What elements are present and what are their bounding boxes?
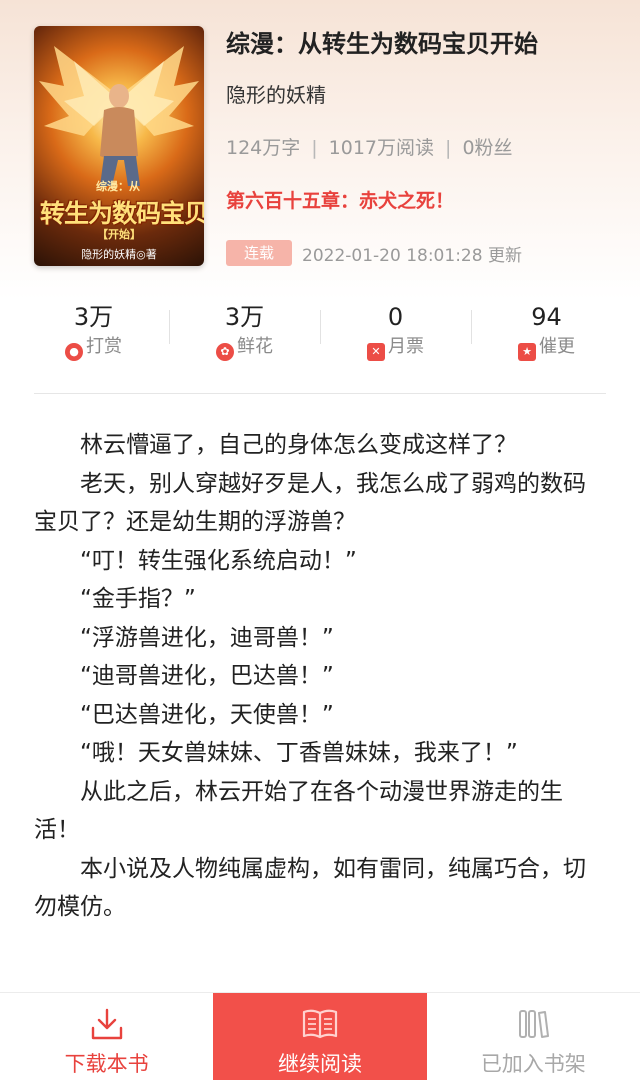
separator: |: [311, 137, 318, 159]
in-shelf-label: 已加入书架: [480, 1052, 586, 1076]
update-time: 2022-01-20 18:01:28 更新: [302, 246, 522, 266]
open-book-icon: [213, 1007, 426, 1041]
book-cover[interactable]: 综漫：从 转生为数码宝贝 【开始】 隐形的妖精◎著: [34, 26, 204, 266]
stat-label: 月票: [388, 336, 424, 357]
synopsis-paragraph: “哦！天女兽妹妹、丁香兽妹妹，我来了！”: [80, 740, 518, 766]
stats-row: 3万 ● 打赏 3万 ✿ 鲜花 0 ✕ 月票 94 ★ 催更: [18, 300, 622, 366]
stat-value: 3万: [73, 303, 114, 331]
download-book-button[interactable]: 下载本书: [0, 993, 213, 1080]
separator: |: [445, 137, 452, 159]
synopsis-paragraph: “浮游兽进化，迪哥兽！”: [80, 624, 334, 651]
stat-label: 鲜花: [237, 336, 273, 357]
stat-label-wrap: ✿ 鲜花: [169, 334, 320, 361]
urge-update-icon: ★: [518, 343, 536, 361]
cover-author-text: 隐形的妖精◎著: [81, 248, 157, 261]
synopsis-paragraph: 本小说及人物纯属虚构，如有雷同，纯属巧合，切勿模仿。: [34, 855, 586, 921]
divider: [34, 393, 606, 394]
stat-label: 打赏: [86, 336, 122, 357]
stat-monthly-ticket[interactable]: 0 ✕ 月票: [320, 300, 471, 366]
stat-flower[interactable]: 3万 ✿ 鲜花: [169, 300, 320, 366]
synopsis-paragraph: “金手指？”: [80, 586, 196, 612]
stat-urge-update[interactable]: 94 ★ 催更: [471, 300, 622, 366]
bottom-action-bar: 下载本书 继续阅读 已加入书架: [0, 992, 640, 1080]
book-author-link[interactable]: 隐形的妖精: [226, 79, 326, 108]
synopsis: 林云懵逼了，自己的身体怎么变成这样了？ 老天，别人穿越好歹是人，我怎么成了弱鸡的…: [34, 426, 608, 927]
ticket-icon: ✕: [367, 343, 385, 361]
book-title: 综漫：从转生为数码宝贝开始: [226, 30, 538, 58]
flower-icon: ✿: [216, 343, 234, 361]
cover-subtitle-text: 【开始】: [97, 228, 141, 241]
synopsis-paragraph: “叮！转生强化系统启动！”: [80, 547, 357, 574]
continue-reading-label: 继续阅读: [277, 1052, 362, 1076]
stat-value: 94: [531, 303, 562, 331]
bookshelf-icon: [427, 1007, 640, 1041]
download-icon: [0, 1007, 213, 1041]
book-stats: 124万字 | 1017万阅读 | 0粉丝: [226, 133, 513, 160]
synopsis-paragraph: 林云懵逼了，自己的身体怎么变成这样了？: [80, 432, 517, 458]
stat-reward[interactable]: 3万 ● 打赏: [18, 300, 169, 366]
synopsis-paragraph: 老天，别人穿越好歹是人，我怎么成了弱鸡的数码宝贝了？还是幼生期的浮游兽？: [34, 470, 586, 536]
synopsis-paragraph: “迪哥兽进化，巴达兽！”: [80, 663, 334, 689]
added-to-shelf-button[interactable]: 已加入书架: [427, 993, 640, 1080]
stat-value: 3万: [224, 303, 265, 331]
read-count: 1017万阅读: [328, 137, 435, 159]
status-badge: 连载: [226, 240, 292, 266]
word-count: 124万字: [226, 137, 301, 159]
latest-chapter-link[interactable]: 第六百十五章：赤犬之死！: [226, 186, 454, 213]
stat-label-wrap: ★ 催更: [471, 334, 622, 361]
stat-label-wrap: ● 打赏: [18, 334, 169, 361]
cover-title-text: 转生为数码宝贝: [40, 199, 204, 228]
download-label: 下载本书: [64, 1052, 149, 1076]
stat-label-wrap: ✕ 月票: [320, 334, 471, 361]
synopsis-paragraph: “巴达兽进化，天使兽！”: [80, 701, 334, 728]
fan-count: 0粉丝: [462, 137, 513, 159]
stat-value: 0: [387, 303, 404, 331]
stat-label: 催更: [539, 336, 575, 357]
synopsis-paragraph: 从此之后，林云开始了在各个动漫世界游走的生活！: [34, 778, 563, 844]
reward-icon: ●: [65, 343, 83, 361]
cover-prefix-text: 综漫：从: [96, 180, 140, 193]
continue-reading-button[interactable]: 继续阅读: [213, 993, 427, 1080]
